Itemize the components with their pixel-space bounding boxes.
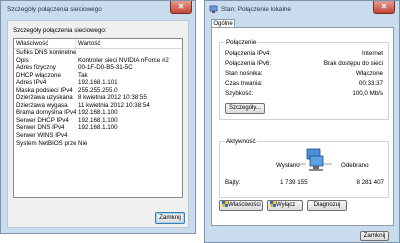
activity-group: Aktywność Wysłano Odebrano Bajty: 1 739 …: [219, 137, 389, 198]
kv-key: Połączenia IPv6:: [225, 60, 272, 67]
duration-row: Czas trwania: 00:33:37: [225, 80, 383, 88]
row-value: 192.168.1.101: [78, 79, 118, 87]
row-property: Opis: [16, 56, 29, 64]
diagnose-button[interactable]: Diagnozuj: [307, 200, 347, 211]
row-property: Dzierżawa wygasa: [16, 101, 68, 109]
row-property: Adres IPv4: [16, 79, 47, 87]
table-row[interactable]: Adres IPv4 192.168.1.101: [14, 79, 182, 87]
close-button[interactable]: Zamknij: [360, 231, 389, 241]
row-property: Serwer WINS IPv4: [16, 132, 68, 140]
activity-group-label: Aktywność: [225, 137, 257, 146]
connection-group-label: Połączenie: [225, 38, 258, 47]
disable-button[interactable]: Wyłącz: [267, 200, 303, 211]
bytes-sent-value: 1 739 155: [280, 179, 308, 186]
ipv4-connectivity-row: Połączenia IPv4: Internet: [225, 50, 383, 58]
table-row[interactable]: Dzierżawa uzyskana 8 kwietnia 2012 10:38:…: [14, 94, 182, 102]
row-value: Nie: [78, 139, 88, 147]
row-property: Sufiks DNS konkretnego...: [16, 49, 76, 56]
row-value: Tak: [78, 71, 88, 79]
kv-value: Włączone: [355, 70, 383, 77]
table-row[interactable]: Serwer DNS IPv4 192.168.1.100: [14, 124, 182, 132]
connection-group: Połączenie Połączenia IPv4: Internet Połą…: [219, 38, 389, 120]
left-close-x-button[interactable]: ✕: [170, 1, 192, 14]
right-close-x-button[interactable]: ✕: [373, 1, 395, 14]
table-row[interactable]: Maska podsieci IPv4 255.255.255.0: [14, 87, 182, 95]
kv-value: Internet: [362, 50, 383, 57]
row-property: System NetBIOS przez T...: [16, 139, 76, 147]
row-value: 192.168.1.100: [78, 124, 118, 132]
table-row[interactable]: Serwer WINS IPv4: [14, 132, 182, 140]
row-property: DHCP włączone: [16, 71, 61, 79]
row-property: Maska podsieci IPv4: [16, 86, 73, 94]
details-button[interactable]: Szczegóły...: [225, 103, 265, 114]
row-value: Kontroler sieci NVIDIA nForce #2: [78, 56, 169, 64]
bytes-label: Bajty:: [225, 179, 241, 186]
table-row[interactable]: System NetBIOS przez T...Nie: [14, 140, 182, 148]
network-activity-icon: [294, 148, 332, 171]
details-section-label: Szczegóły połączenia sieciowego:: [13, 27, 107, 34]
details-list-header: Właściwość Wartość: [14, 39, 182, 49]
table-row[interactable]: DHCP włączone Tak: [14, 72, 182, 80]
kv-value: 100,0 Mb/s: [352, 90, 383, 97]
row-value: 11 kwietnia 2012 10:38:54: [78, 101, 150, 109]
table-row[interactable]: Serwer DHCP IPv4 192.168.1.100: [14, 117, 182, 125]
general-panel: Połączenie Połączenia IPv4: Internet Połą…: [211, 27, 394, 226]
details-list[interactable]: Właściwość Wartość Sufiks DNS konkretneg…: [13, 38, 183, 198]
row-property: Dzierżawa uzyskana: [16, 94, 73, 102]
row-property: Brama domyślna IPv4: [16, 109, 76, 117]
kv-value: Brak dostępu do sieci: [323, 60, 383, 67]
left-titlebar: Szczegóły połączenia sieciowego: [1, 1, 195, 17]
row-value: 192.168.1.100: [78, 109, 118, 117]
properties-label: Właściwości: [228, 202, 261, 208]
row-property: Adres fizyczny: [16, 64, 56, 72]
kv-key: Szybkość:: [225, 90, 254, 97]
disable-label: Wyłącz: [276, 202, 296, 208]
table-row[interactable]: Brama domyślna IPv4 192.168.1.100: [14, 109, 182, 117]
table-row[interactable]: Dzierżawa wygasa 11 kwietnia 2012 10:38:5…: [14, 102, 182, 110]
row-value: [76, 132, 182, 140]
network-icon: [209, 5, 218, 13]
table-row[interactable]: Adres fizyczny 00-1F-D0-B5-31-5C: [14, 64, 182, 72]
network-details-window: Szczegóły połączenia sieciowego ✕ Szczeg…: [0, 0, 196, 234]
media-state-row: Stan nośnika: Włączone: [225, 70, 383, 78]
left-window-title: Szczegóły połączenia sieciowego: [7, 5, 102, 13]
speed-row: Szybkość: 100,0 Mb/s: [225, 90, 383, 98]
row-property: Serwer DHCP IPv4: [16, 116, 69, 124]
row-value: 255.255.255.0: [78, 86, 118, 94]
kv-value: 00:33:37: [358, 80, 383, 87]
row-value: 00-1F-D0-B5-31-5C: [78, 64, 133, 72]
ipv6-connectivity-row: Połączenia IPv6: Brak dostępu do sieci: [225, 60, 383, 68]
column-header-value[interactable]: Wartość: [76, 39, 100, 48]
row-value: 8 kwietnia 2012 10:38:55: [78, 94, 147, 102]
right-titlebar: Stan: Połączenie lokalne: [205, 1, 399, 17]
details-panel: Szczegóły połączenia sieciowego: Właściw…: [7, 20, 189, 228]
bytes-received-value: 8 281 407: [356, 179, 384, 186]
row-property: Serwer DNS IPv4: [16, 124, 65, 132]
table-row[interactable]: Opis Kontroler sieci NVIDIA nForce #2: [14, 57, 182, 65]
kv-key: Stan nośnika:: [225, 70, 263, 77]
column-header-property[interactable]: Właściwość: [14, 39, 76, 48]
kv-key: Czas trwania:: [225, 80, 263, 87]
table-row[interactable]: Sufiks DNS konkretnego...: [14, 49, 182, 57]
connection-status-window: Stan: Połączenie lokalne ✕ Ogólne Połącz…: [204, 0, 400, 243]
right-window-title: Stan: Połączenie lokalne: [221, 5, 291, 13]
row-value: 192.168.1.100: [78, 116, 118, 124]
properties-button[interactable]: Właściwości: [219, 200, 263, 211]
received-label: Odebrano: [341, 162, 369, 169]
row-value: [76, 49, 182, 57]
close-button[interactable]: Zamknij: [155, 212, 185, 224]
kv-key: Połączenia IPv4:: [225, 50, 272, 57]
